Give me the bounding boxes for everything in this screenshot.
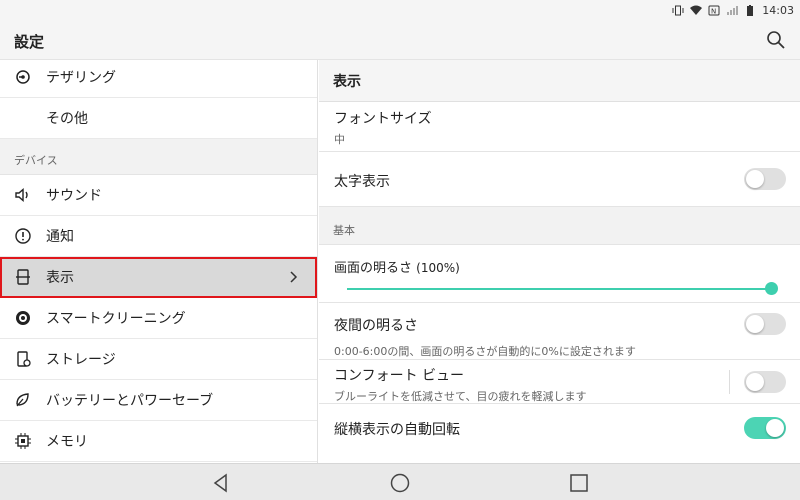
menu-item-sound[interactable]: サウンド: [0, 175, 317, 216]
section-header-device: デバイス: [0, 139, 317, 175]
night-brightness-toggle[interactable]: [744, 313, 786, 335]
brightness-slider-track[interactable]: [347, 288, 772, 290]
menu-item-display[interactable]: 表示: [0, 257, 317, 298]
brightness-slider-thumb[interactable]: [765, 282, 778, 295]
menu-item-tethering[interactable]: テザリング: [0, 60, 317, 98]
setting-night-brightness[interactable]: 夜間の明るさ 0:00-6:00の間、画面の明るさが自動的に0%に設定されます: [319, 303, 800, 360]
setting-title: フォントサイズ: [334, 111, 432, 127]
wifi-icon: [690, 5, 703, 16]
memory-icon: [13, 431, 33, 451]
setting-value: 中: [334, 133, 345, 146]
menu-item-storage[interactable]: ストレージ: [0, 339, 317, 380]
back-icon[interactable]: [210, 472, 232, 494]
comfort-view-toggle[interactable]: [744, 371, 786, 393]
divider-icon: [729, 370, 730, 394]
setting-bold-text[interactable]: 太字表示: [319, 152, 800, 207]
menu-item-label: スマートクリーニング: [46, 311, 186, 327]
setting-title: コンフォート ビュー: [334, 368, 465, 384]
section-header-basic: 基本: [319, 207, 800, 245]
setting-auto-rotate[interactable]: 縦横表示の自動回転: [319, 404, 800, 444]
menu-item-smart-cleaning[interactable]: スマートクリーニング: [0, 298, 317, 339]
svg-text:N: N: [711, 7, 716, 15]
menu-item-label: 通知: [46, 229, 74, 245]
menu-item-notification[interactable]: 通知: [0, 216, 317, 257]
settings-menu: テザリング その他 デバイス サウンド 通知 表示 スマートクリーニング ストレ…: [0, 60, 318, 463]
sound-icon: [13, 185, 33, 205]
menu-item-battery[interactable]: バッテリーとパワーセーブ: [0, 380, 317, 421]
battery-icon: [13, 390, 33, 410]
setting-font-size[interactable]: フォントサイズ 中: [319, 102, 800, 152]
status-bar: N 14:03: [0, 0, 800, 20]
setting-title: 太字表示: [334, 174, 390, 190]
nfc-icon: N: [708, 5, 720, 16]
vibrate-icon: [672, 5, 684, 16]
auto-rotate-toggle[interactable]: [744, 417, 786, 439]
app-bar: 設定: [0, 20, 800, 60]
page-title: 設定: [14, 33, 45, 51]
menu-item-label: 表示: [46, 270, 74, 286]
menu-item-label: メモリ: [46, 434, 88, 450]
home-icon[interactable]: [389, 472, 411, 494]
signal-icon: [726, 5, 739, 16]
bold-text-toggle[interactable]: [744, 168, 786, 190]
tethering-icon: [13, 67, 33, 87]
setting-brightness[interactable]: 画面の明るさ (100%): [319, 245, 800, 303]
brightness-value: (100%): [416, 261, 460, 275]
panel-title: 表示: [319, 60, 800, 102]
storage-icon: [13, 349, 33, 369]
notification-icon: [13, 226, 33, 246]
setting-comfort-view[interactable]: コンフォート ビュー ブルーライトを低減させて、目の疲れを軽減します: [319, 360, 800, 404]
smart-cleaning-icon: [13, 308, 33, 328]
search-icon[interactable]: [766, 30, 786, 50]
setting-title: 夜間の明るさ: [334, 318, 418, 334]
brightness-title: 画面の明るさ: [334, 261, 413, 276]
menu-item-label: サウンド: [46, 188, 102, 204]
display-settings-panel: 表示 フォントサイズ 中 太字表示 基本 画面の明るさ (100%) 夜間の明る…: [319, 60, 800, 463]
setting-description: 0:00-6:00の間、画面の明るさが自動的に0%に設定されます: [334, 345, 636, 358]
setting-title: 縦横表示の自動回転: [334, 422, 460, 438]
menu-item-memory[interactable]: メモリ: [0, 421, 317, 462]
recents-icon[interactable]: [568, 472, 590, 494]
chevron-right-icon: [289, 269, 299, 285]
menu-item-label: その他: [46, 111, 88, 127]
menu-item-other[interactable]: その他: [0, 98, 317, 139]
setting-title: 画面の明るさ (100%): [334, 257, 800, 276]
menu-item-label: テザリング: [46, 70, 116, 86]
navigation-bar: [0, 463, 800, 500]
setting-description: ブルーライトを低減させて、目の疲れを軽減します: [334, 390, 587, 403]
battery-status-icon: [744, 4, 756, 16]
menu-item-label: ストレージ: [46, 352, 116, 368]
display-icon: [13, 267, 33, 287]
status-time: 14:03: [762, 3, 794, 17]
menu-item-label: バッテリーとパワーセーブ: [46, 393, 214, 409]
